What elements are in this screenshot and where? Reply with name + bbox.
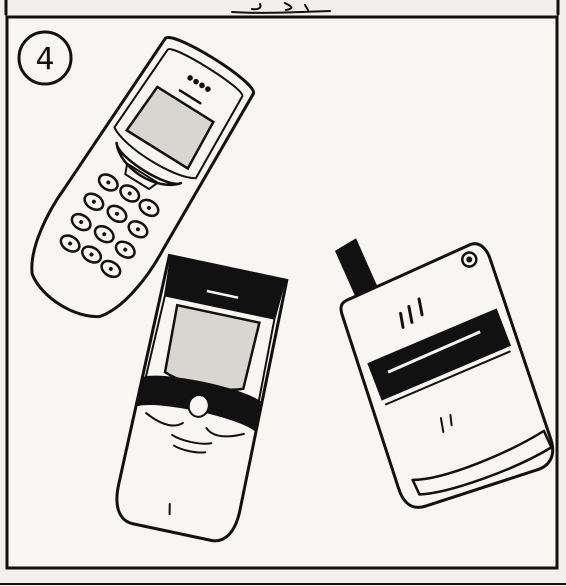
panel-number: 4 — [35, 42, 54, 77]
comic-panel-illustration: 4 — [0, 0, 566, 586]
panel-number-badge: 4 — [17, 30, 73, 86]
